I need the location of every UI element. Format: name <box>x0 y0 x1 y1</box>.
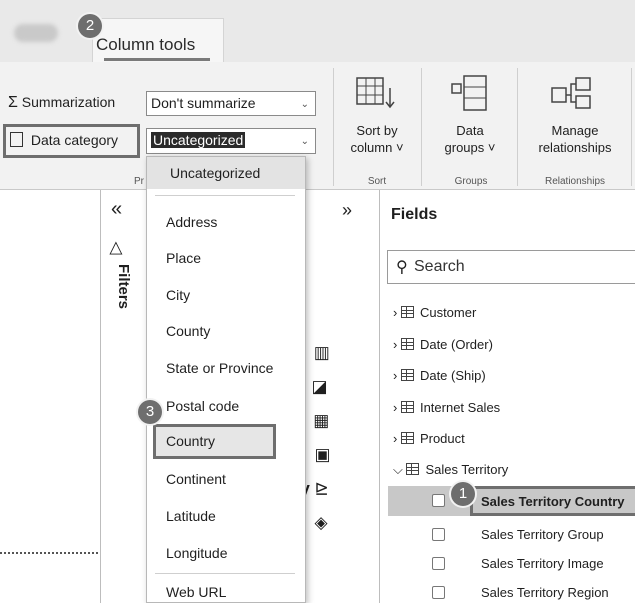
field-table-customer[interactable]: › Customer <box>393 305 476 320</box>
dropdown-option-place[interactable]: Place <box>166 250 201 266</box>
matrix-icon[interactable]: ▦ <box>313 411 329 430</box>
sigma-icon: Σ <box>8 94 18 111</box>
field-table-internet-sales[interactable]: › Internet Sales <box>393 400 500 415</box>
data-groups-button[interactable]: Data groups ˅ <box>432 122 508 156</box>
field-checkbox[interactable] <box>432 494 445 507</box>
table-icon <box>406 463 420 475</box>
filters-label: Filters <box>115 264 132 310</box>
groups-group-label: Groups <box>454 176 488 187</box>
sort-by-line2: column ˅ <box>350 140 404 155</box>
field-checkbox[interactable] <box>432 528 445 541</box>
field-table-date-order[interactable]: › Date (Order) <box>393 337 493 352</box>
step-badge-1: 1 <box>451 482 475 506</box>
column-chart-icon[interactable]: ▥ <box>314 343 330 362</box>
data-category-row: Data category <box>10 132 118 148</box>
dropdown-option-address[interactable]: Address <box>166 214 217 230</box>
field-checkbox[interactable] <box>432 586 445 599</box>
field-table-label: Sales Territory <box>425 462 509 477</box>
custom-visual-icon[interactable]: ◈ <box>315 513 328 532</box>
data-category-icon <box>10 132 23 147</box>
field-column-group[interactable]: Sales Territory Group <box>481 527 604 542</box>
sort-by-column-button[interactable]: Sort by column ˅ <box>344 122 410 156</box>
dropdown-selected-label: Uncategorized <box>170 165 261 181</box>
data-category-value: Uncategorized <box>151 132 246 148</box>
search-icon: ⚲ <box>396 259 408 276</box>
properties-group-label: Pr <box>134 176 144 187</box>
ribbon-separator <box>333 68 334 186</box>
field-table-label: Date (Ship) <box>419 368 486 383</box>
relationships-group-label: Relationships <box>544 176 606 187</box>
field-column-country[interactable]: Sales Territory Country <box>481 494 625 509</box>
table-icon <box>400 369 414 381</box>
field-table-label: Date (Order) <box>419 337 493 352</box>
field-table-product[interactable]: › Product <box>393 431 465 446</box>
field-column-image[interactable]: Sales Territory Image <box>481 556 604 571</box>
ribbon-separator <box>421 68 422 186</box>
tab-active-underline <box>104 58 210 61</box>
data-groups-icon <box>451 75 487 111</box>
filter-funnel-icon: ◁ <box>107 241 127 255</box>
summarization-select[interactable]: Don't summarize ⌄ <box>146 91 316 116</box>
field-table-date-ship[interactable]: › Date (Ship) <box>393 368 486 383</box>
data-groups-line2: groups ˅ <box>444 140 496 155</box>
summarization-label: Summarization <box>21 94 116 110</box>
step-badge-2: 2 <box>78 14 102 38</box>
chevron-down-icon: ⌄ <box>300 136 309 147</box>
table-icon <box>400 401 414 413</box>
dropdown-option-city[interactable]: City <box>166 287 190 303</box>
decomposition-tree-icon[interactable]: ⊵ <box>315 479 329 498</box>
table-icon <box>400 432 414 444</box>
blurred-tab[interactable] <box>14 24 58 42</box>
dropdown-option-county[interactable]: County <box>166 323 210 339</box>
field-table-label: Product <box>419 431 465 446</box>
data-groups-line1: Data <box>456 123 484 138</box>
data-category-label: Data category <box>30 132 119 148</box>
summarization-row: Σ Summarization <box>8 94 115 112</box>
card-icon[interactable]: ▣ <box>315 445 331 464</box>
field-table-label: Customer <box>419 305 477 320</box>
manage-relationships-button[interactable]: Manage relationships <box>522 122 628 156</box>
field-table-label: Internet Sales <box>419 400 501 415</box>
step-badge-3: 3 <box>138 400 162 424</box>
dropdown-option-state[interactable]: State or Province <box>166 360 273 376</box>
dropdown-option-country: Country <box>166 433 216 449</box>
field-checkbox[interactable] <box>432 557 445 570</box>
sort-by-column-icon <box>356 77 395 109</box>
dropdown-option-web-url[interactable]: Web URL <box>166 584 226 600</box>
data-category-select[interactable]: Uncategorized ⌄ <box>146 128 316 154</box>
collapse-filters-icon[interactable]: « <box>111 198 122 221</box>
ribbon-separator <box>631 68 632 186</box>
fields-title: Fields <box>391 206 438 223</box>
dropdown-divider <box>155 195 295 196</box>
fields-search-input[interactable]: ⚲ Search <box>387 250 635 284</box>
ribbon-separator <box>517 68 518 186</box>
table-icon <box>400 338 414 350</box>
sort-by-line1: Sort by <box>356 123 398 138</box>
canvas-dotted-line <box>0 552 98 554</box>
summarization-value: Don't summarize <box>151 95 256 111</box>
tab-column-tools-label: Column tools <box>96 35 196 54</box>
field-column-region[interactable]: Sales Territory Region <box>481 585 609 600</box>
field-table-sales-territory[interactable]: ⌵ Sales Territory <box>393 462 508 478</box>
manage-line1: Manage <box>551 123 599 138</box>
dropdown-option-latitude[interactable]: Latitude <box>166 508 216 524</box>
manage-line2: relationships <box>538 140 612 155</box>
search-placeholder: Search <box>414 258 465 275</box>
dropdown-option-postal-code[interactable]: Postal code <box>166 398 239 414</box>
dropdown-option-continent[interactable]: Continent <box>166 471 226 487</box>
table-icon <box>400 306 414 318</box>
manage-relationships-icon <box>551 77 591 109</box>
expand-visualizations-icon[interactable]: » <box>342 200 352 221</box>
report-canvas[interactable] <box>0 190 100 603</box>
dropdown-option-longitude[interactable]: Longitude <box>166 545 228 561</box>
ribbon-chart-icon[interactable]: ◪ <box>312 377 328 396</box>
sort-group-label: Sort <box>367 176 387 187</box>
chevron-down-icon: ⌄ <box>300 99 309 110</box>
dropdown-divider <box>155 573 295 574</box>
